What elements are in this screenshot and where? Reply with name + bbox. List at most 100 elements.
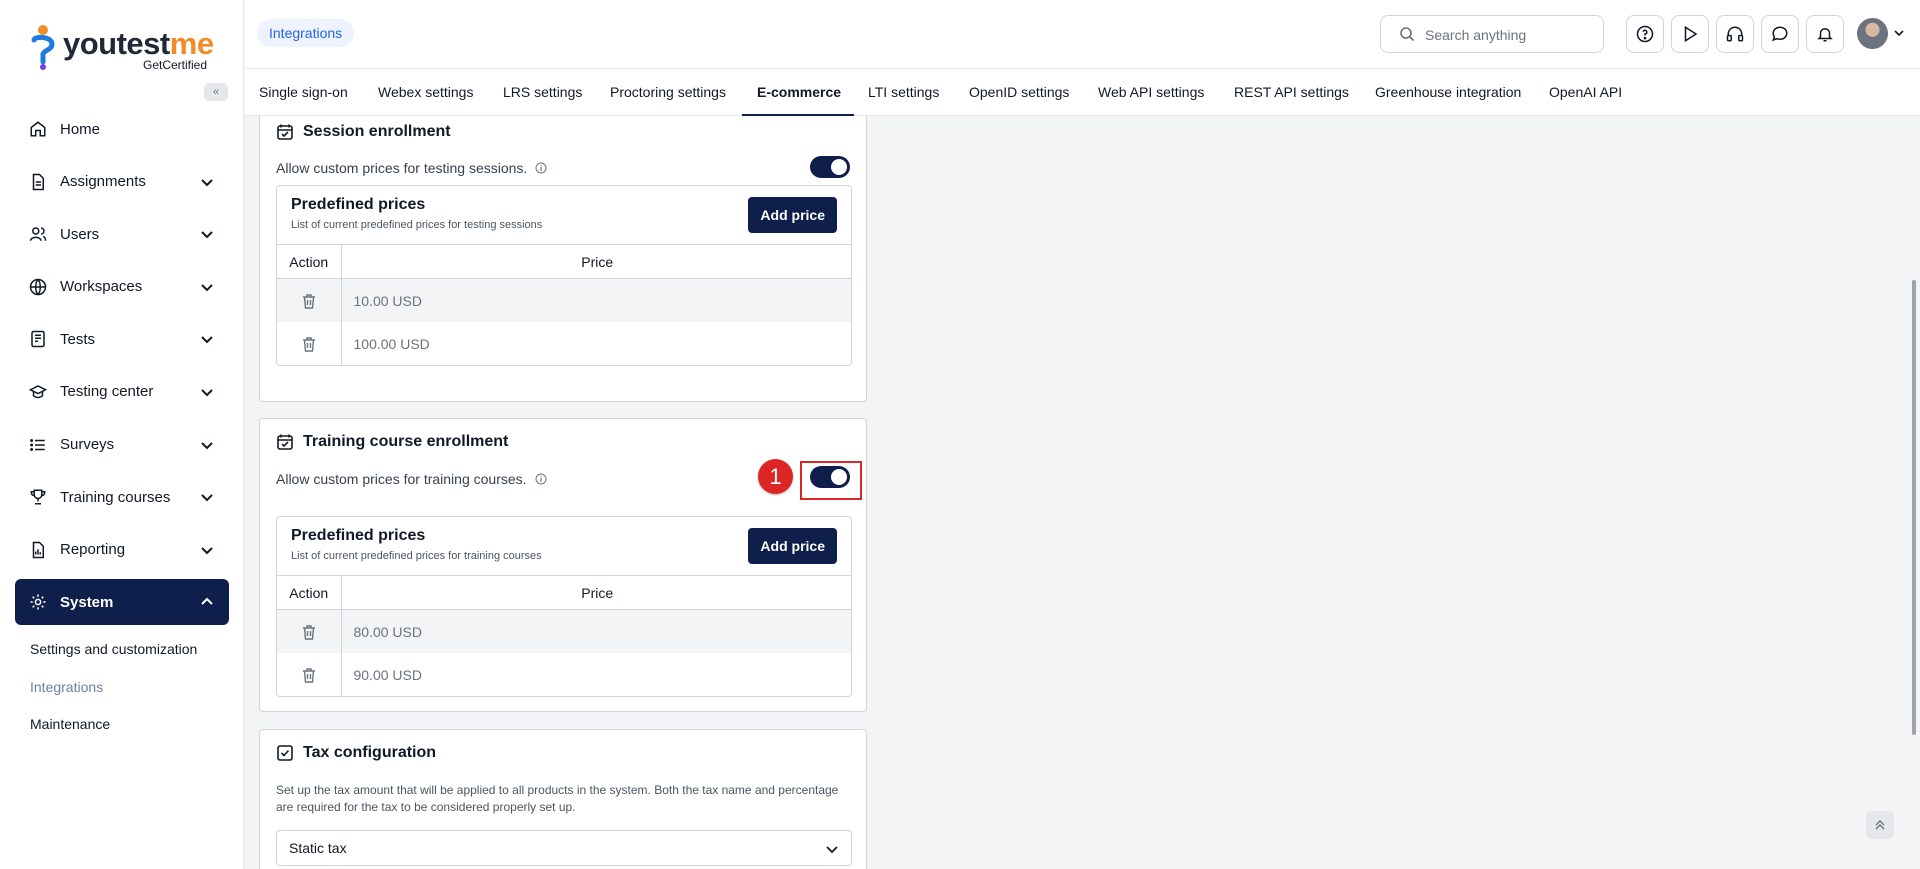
tab-openid-settings[interactable]: OpenID settings xyxy=(969,69,1069,116)
logo-mark-icon xyxy=(31,25,55,70)
gear-icon xyxy=(28,592,48,612)
trash-icon[interactable] xyxy=(300,335,318,353)
sidebar-item-system[interactable]: System xyxy=(15,579,229,626)
subnav-settings-and-customization[interactable]: Settings and customization xyxy=(30,637,197,675)
panel-title: Predefined prices xyxy=(291,527,426,544)
sidebar-item-tests[interactable]: Tests xyxy=(15,316,229,362)
tab-proctoring-settings[interactable]: Proctoring settings xyxy=(610,69,726,116)
prices-table: Action Price 10.00 USD 100.00 USD xyxy=(277,244,851,365)
scrollbar[interactable] xyxy=(1912,280,1916,735)
calendar-icon xyxy=(277,124,293,140)
column-header-action: Action xyxy=(277,575,342,610)
subnav-integrations[interactable]: Integrations xyxy=(30,675,197,713)
avatar[interactable] xyxy=(1857,18,1888,49)
tax-configuration-card: Tax configuration Set up the tax amount … xyxy=(259,729,867,869)
double-chevron-up-icon xyxy=(1875,820,1885,830)
sidebar-item-testing-center[interactable]: Testing center xyxy=(15,369,229,415)
price-cell: 100.00 USD xyxy=(353,335,430,352)
sidebar-item-label: Testing center xyxy=(60,383,154,401)
youtestme-logo[interactable]: youtestme GetCertified xyxy=(30,22,220,72)
sidebar-item-label: Home xyxy=(60,120,101,138)
play-icon xyxy=(1684,25,1698,43)
chevron-down-icon[interactable] xyxy=(1893,27,1905,39)
sidebar-item-label: Training courses xyxy=(60,488,171,506)
chevron-down-icon xyxy=(201,441,213,449)
column-header-action: Action xyxy=(277,244,342,279)
search-input[interactable]: Search anything xyxy=(1380,15,1604,53)
predefined-prices-panel: Predefined prices List of current predef… xyxy=(276,185,852,366)
collapse-sidebar-button[interactable]: « xyxy=(204,83,228,101)
prices-table: Action Price 80.00 USD 90.00 USD xyxy=(277,575,851,696)
trash-icon[interactable] xyxy=(300,666,318,684)
play-button[interactable] xyxy=(1671,15,1709,53)
help-button[interactable] xyxy=(1626,15,1664,53)
trash-icon[interactable] xyxy=(300,292,318,310)
subnav-maintenance[interactable]: Maintenance xyxy=(30,712,197,750)
help-icon xyxy=(1636,25,1654,43)
bell-icon xyxy=(1817,28,1833,42)
table-row: 90.00 USD xyxy=(277,653,851,696)
card-title: Session enrollment xyxy=(276,123,451,141)
integration-tabs: Single sign-on Webex settings LRS settin… xyxy=(245,69,1920,116)
info-icon[interactable] xyxy=(535,473,547,485)
support-button[interactable] xyxy=(1716,15,1754,53)
tab-e-commerce[interactable]: E-commerce xyxy=(742,69,854,116)
step-marker: 1 xyxy=(758,459,793,494)
tab-lti-settings[interactable]: LTI settings xyxy=(868,69,939,116)
column-header-price: Price xyxy=(341,575,851,610)
sidebar-item-assignments[interactable]: Assignments xyxy=(15,159,229,205)
notifications-button[interactable] xyxy=(1806,15,1844,53)
add-price-button[interactable]: Add price xyxy=(748,197,837,233)
users-icon xyxy=(28,224,48,244)
chevron-down-icon xyxy=(201,547,213,555)
chevron-down-icon xyxy=(201,336,213,344)
sidebar-item-home[interactable]: Home xyxy=(15,106,229,152)
sidebar-item-label: Assignments xyxy=(60,173,146,191)
chevron-down-icon xyxy=(201,389,213,397)
report-icon xyxy=(28,540,48,560)
tab-openai-api[interactable]: OpenAI API xyxy=(1549,69,1622,116)
card-title: Training course enrollment xyxy=(276,433,508,451)
chevron-up-icon xyxy=(201,597,213,606)
chevron-down-icon xyxy=(201,284,213,292)
trash-icon[interactable] xyxy=(300,623,318,641)
price-cell: 10.00 USD xyxy=(341,278,851,322)
calendar-icon xyxy=(277,434,293,450)
checkbox-icon xyxy=(277,745,293,761)
tab-rest-api-settings[interactable]: REST API settings xyxy=(1234,69,1349,116)
panel-description: List of current predefined prices for tr… xyxy=(291,550,542,562)
tax-type-select[interactable]: Static tax xyxy=(276,830,852,866)
chevron-down-icon xyxy=(201,494,213,502)
headset-icon xyxy=(1726,26,1744,42)
tab-webex-settings[interactable]: Webex settings xyxy=(378,69,473,116)
scroll-to-top-button[interactable] xyxy=(1866,811,1894,839)
graduation-icon xyxy=(28,382,48,402)
select-value: Static tax xyxy=(289,840,347,856)
tax-description: Set up the tax amount that will be appli… xyxy=(276,783,839,814)
custom-prices-sessions-toggle[interactable] xyxy=(810,156,850,178)
document-icon xyxy=(28,172,48,192)
sidebar: youtestme GetCertified « Home Assignment… xyxy=(0,0,244,869)
sidebar-item-reporting[interactable]: Reporting xyxy=(15,527,229,573)
sidebar-item-training-courses[interactable]: Training courses xyxy=(15,474,229,520)
system-subnav: Settings and customization Integrations … xyxy=(30,637,197,750)
panel-title: Predefined prices xyxy=(291,196,426,213)
card-title: Tax configuration xyxy=(276,744,436,762)
chat-button[interactable] xyxy=(1761,15,1799,53)
sidebar-item-workspaces[interactable]: Workspaces xyxy=(15,264,229,310)
add-price-button[interactable]: Add price xyxy=(748,528,837,564)
chevron-down-icon xyxy=(201,178,213,187)
info-icon[interactable] xyxy=(535,162,547,174)
sidebar-item-label: Workspaces xyxy=(60,278,143,296)
tab-single-sign-on[interactable]: Single sign-on xyxy=(259,69,348,116)
list-icon xyxy=(28,435,48,455)
tab-web-api-settings[interactable]: Web API settings xyxy=(1098,69,1204,116)
tab-lrs-settings[interactable]: LRS settings xyxy=(503,69,582,116)
sidebar-item-users[interactable]: Users xyxy=(15,211,229,257)
card-title-text: Tax configuration xyxy=(303,744,437,761)
sidebar-item-surveys[interactable]: Surveys xyxy=(15,422,229,468)
logo-text: youtestme xyxy=(63,26,214,61)
breadcrumb[interactable]: Integrations xyxy=(257,19,355,47)
session-enrollment-card: Session enrollment Allow custom prices f… xyxy=(259,116,867,402)
tab-greenhouse-integration[interactable]: Greenhouse integration xyxy=(1375,69,1521,116)
